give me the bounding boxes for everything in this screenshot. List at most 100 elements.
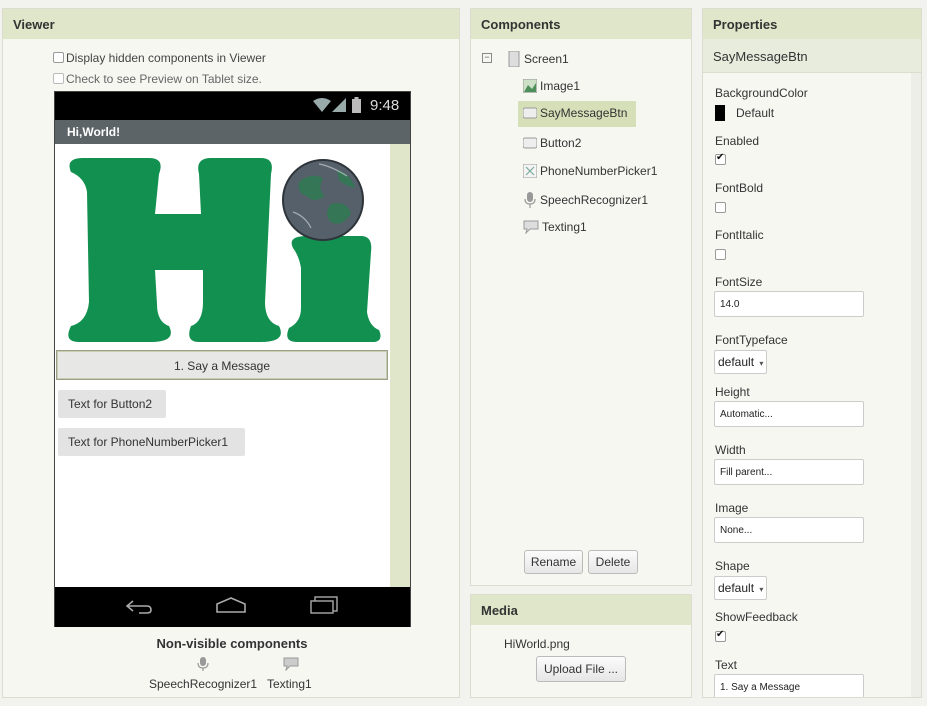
phone-number-picker-label: Text for PhoneNumberPicker1 <box>68 435 229 449</box>
prop-fontsize-label: FontSize <box>715 275 763 289</box>
tree-label-speechrecognizer1: SpeechRecognizer1 <box>540 193 649 207</box>
app-title-bar: Hi,World! <box>55 120 410 144</box>
components-header: Components <box>471 9 691 39</box>
prop-image-label: Image <box>715 501 749 515</box>
dropdown-arrow-icon: ▾ <box>759 359 764 368</box>
tree-label-texting1: Texting1 <box>542 220 587 234</box>
nonvisible-title: Non-visible components <box>156 636 308 651</box>
button-icon <box>523 107 537 119</box>
prop-shape-label: Shape <box>715 559 750 573</box>
dropdown-arrow-icon: ▾ <box>759 585 764 594</box>
tree-item-button2[interactable]: Button2 <box>523 136 581 150</box>
prop-fontbold-label: FontBold <box>715 181 764 195</box>
microphone-icon <box>524 192 536 208</box>
media-panel: Media HiWorld.png Upload File ... <box>470 594 692 698</box>
screen-scrollbar[interactable] <box>390 144 410 587</box>
tree-label-screen1: Screen1 <box>524 52 569 66</box>
status-bar: 9:48 <box>55 92 410 120</box>
prop-showfeedback-label: ShowFeedback <box>715 610 798 624</box>
display-hidden-label: Display hidden components in Viewer <box>66 51 266 65</box>
home-icon[interactable] <box>215 596 247 617</box>
rename-button[interactable]: Rename <box>524 550 583 574</box>
prop-shape-dropdown[interactable]: default ▾ <box>714 576 768 600</box>
signal-icon <box>332 98 346 115</box>
nonvisible-texting: Texting1 <box>267 677 312 691</box>
prop-enabled-label: Enabled <box>715 134 760 148</box>
phone-preview: 9:48 Hi,World! 1. Say a Message Text for… <box>54 91 411 627</box>
wifi-icon <box>313 98 331 115</box>
tree-item-phonenumberpicker1[interactable]: PhoneNumberPicker1 <box>523 164 657 178</box>
button-icon <box>523 137 537 149</box>
prop-backgroundcolor-label: BackgroundColor <box>715 86 808 100</box>
prop-fontitalic-label: FontItalic <box>715 228 764 242</box>
tree-item-screen1[interactable]: Screen1 <box>507 51 569 67</box>
say-message-button[interactable]: 1. Say a Message <box>56 350 388 380</box>
microphone-icon <box>197 657 209 674</box>
texting-icon <box>283 657 299 674</box>
prop-text-label: Text <box>715 658 738 672</box>
app-title: Hi,World! <box>67 125 121 139</box>
tablet-preview-label: Check to see Preview on Tablet size. <box>66 72 262 86</box>
prop-width-label: Width <box>715 443 746 457</box>
upload-file-button[interactable]: Upload File ... <box>536 656 626 682</box>
tree-item-image1[interactable]: Image1 <box>523 79 580 93</box>
prop-shape-value: default <box>718 581 755 595</box>
tree-label-saymessagebtn: SayMessageBtn <box>540 106 628 120</box>
nonvisible-speech: SpeechRecognizer1 <box>149 677 258 691</box>
picker-icon <box>523 164 537 178</box>
prop-backgroundcolor-value[interactable]: Default <box>736 106 774 120</box>
selected-component-name: SayMessageBtn <box>713 49 808 64</box>
properties-panel: Properties SayMessageBtn BackgroundColor… <box>702 8 922 698</box>
selected-component-bar: SayMessageBtn <box>703 39 921 73</box>
display-hidden-checkbox[interactable] <box>53 52 64 63</box>
tree-item-speechrecognizer1[interactable]: SpeechRecognizer1 <box>523 192 648 208</box>
tree-label-image1: Image1 <box>540 79 581 93</box>
display-hidden-option[interactable]: Display hidden components in Viewer <box>53 51 266 65</box>
prop-fonttypeface-dropdown[interactable]: default ▾ <box>714 350 768 374</box>
tree-item-saymessagebtn[interactable]: SayMessageBtn <box>518 101 636 127</box>
image-icon <box>523 79 537 93</box>
prop-fontitalic-checkbox[interactable] <box>715 249 726 260</box>
prop-fonttypeface-label: FontTypeface <box>715 333 788 347</box>
letter-h-shape <box>68 158 281 342</box>
phone-number-picker-preview[interactable]: Text for PhoneNumberPicker1 <box>58 428 245 456</box>
nav-bar <box>55 587 410 627</box>
battery-icon <box>352 97 361 116</box>
tablet-preview-option[interactable]: Check to see Preview on Tablet size. <box>53 72 262 86</box>
texting-icon <box>523 220 539 234</box>
prop-showfeedback-checkbox[interactable] <box>715 629 726 642</box>
prop-text-input[interactable]: 1. Say a Message <box>714 674 864 697</box>
prop-image-input[interactable]: None... <box>714 517 864 543</box>
prop-fontsize-input[interactable]: 14.0 <box>714 291 864 317</box>
media-file[interactable]: HiWorld.png <box>504 637 570 651</box>
prop-height-label: Height <box>715 385 750 399</box>
say-message-label: 1. Say a Message <box>173 359 271 373</box>
tablet-preview-checkbox[interactable] <box>53 73 64 84</box>
globe-dot <box>282 159 364 241</box>
components-panel: Components − Screen1 Image1 SayMessageBt… <box>470 8 692 586</box>
recents-icon[interactable] <box>309 595 339 618</box>
letter-i-stem <box>287 236 381 343</box>
prop-height-input[interactable]: Automatic... <box>714 401 864 427</box>
delete-button[interactable]: Delete <box>588 550 638 574</box>
back-icon[interactable] <box>125 597 153 618</box>
viewer-panel: Viewer Display hidden components in View… <box>2 8 460 698</box>
status-time: 9:48 <box>370 97 400 114</box>
color-swatch[interactable] <box>715 105 725 121</box>
tree-item-texting1[interactable]: Texting1 <box>523 220 587 234</box>
tree-item-saymessagebtn-inner: SayMessageBtn <box>523 106 627 120</box>
button2-preview[interactable]: Text for Button2 <box>58 390 166 418</box>
properties-scrollbar[interactable] <box>911 73 921 697</box>
prop-enabled-checkbox[interactable] <box>715 152 726 165</box>
viewer-header: Viewer <box>3 9 459 39</box>
screen-icon <box>508 51 520 67</box>
prop-fonttypeface-value: default <box>718 355 755 369</box>
button2-label: Text for Button2 <box>68 397 153 411</box>
tree-label-button2: Button2 <box>540 136 582 150</box>
media-header: Media <box>471 595 691 625</box>
collapse-icon[interactable]: − <box>482 53 492 63</box>
prop-width-input[interactable]: Fill parent... <box>714 459 864 485</box>
prop-fontbold-checkbox[interactable] <box>715 202 726 213</box>
phone-screen: 1. Say a Message Text for Button2 Text f… <box>55 144 410 587</box>
tree-label-phonenumberpicker1: PhoneNumberPicker1 <box>540 164 658 178</box>
